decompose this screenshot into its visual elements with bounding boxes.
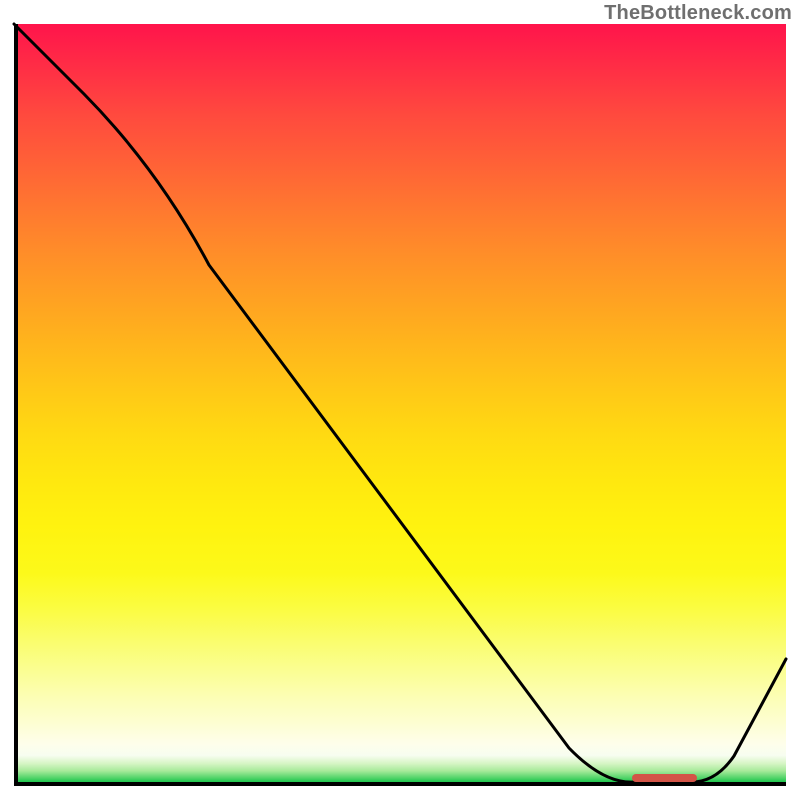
curve-path <box>14 24 786 782</box>
chart-page: TheBottleneck.com <box>0 0 800 800</box>
x-axis <box>14 782 786 786</box>
watermark-text: TheBottleneck.com <box>604 2 792 25</box>
y-axis <box>14 24 18 786</box>
plot-wrap <box>14 24 786 786</box>
optimal-region-marker <box>632 774 697 782</box>
bottleneck-curve <box>14 24 786 786</box>
